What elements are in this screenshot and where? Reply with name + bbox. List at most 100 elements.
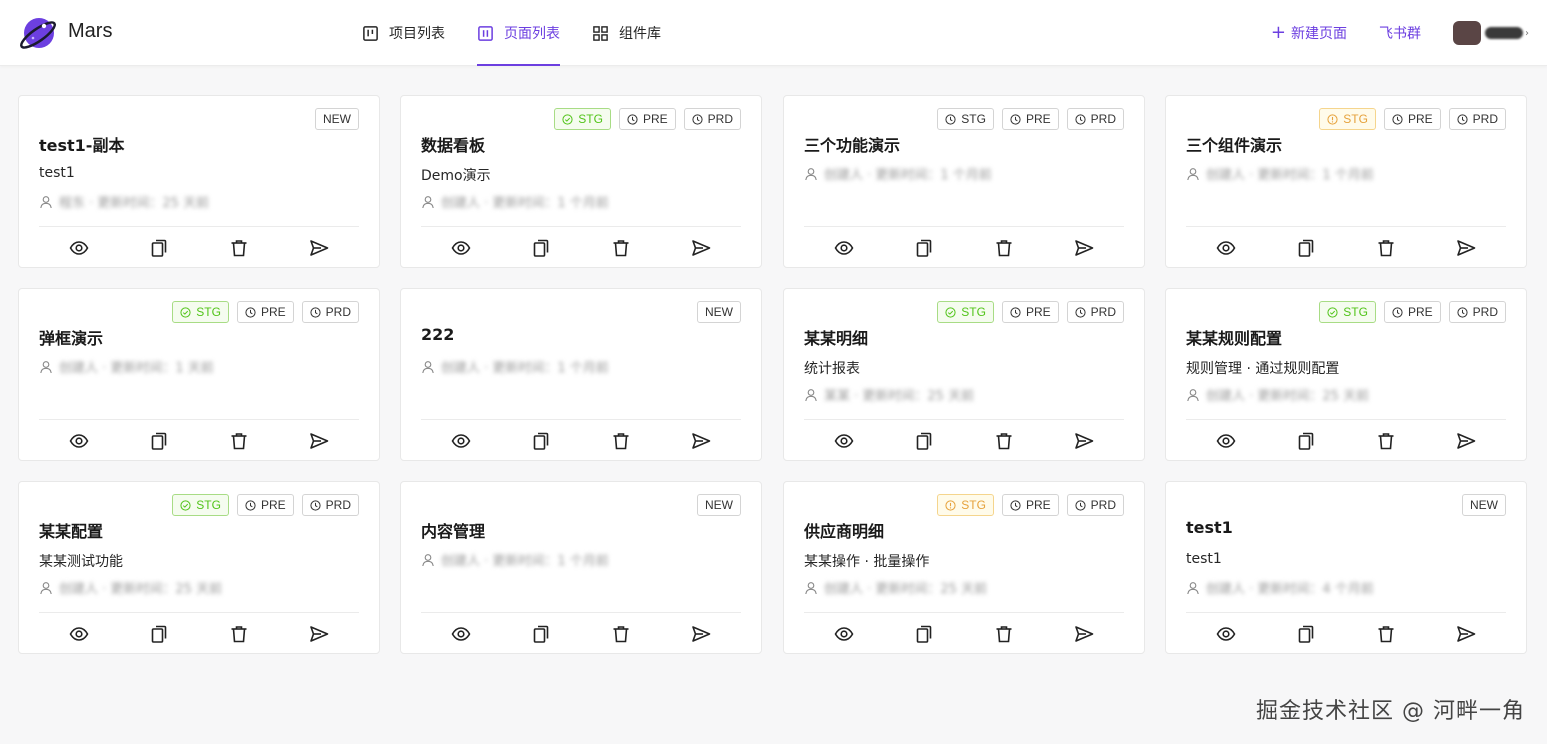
nav-page-list[interactable]: 页面列表	[477, 0, 560, 66]
publish-send-icon[interactable]	[691, 431, 711, 451]
copy-icon[interactable]	[1296, 238, 1316, 258]
env-tag-pre[interactable]: PRE	[1383, 108, 1441, 130]
feishu-group-link[interactable]: 飞书群	[1379, 23, 1421, 43]
env-tag-prd[interactable]: PRD	[1066, 108, 1124, 130]
mars-logo-icon[interactable]	[18, 13, 58, 53]
env-tag-stg[interactable]: STG	[554, 108, 611, 130]
page-card[interactable]: NEW test1 test1 创建人 · 更新时间：4 个月前	[1165, 481, 1527, 654]
env-tag-prd[interactable]: PRD	[1448, 301, 1506, 323]
preview-eye-icon[interactable]	[69, 238, 89, 258]
delete-trash-icon[interactable]	[611, 624, 631, 644]
preview-eye-icon[interactable]	[1216, 624, 1236, 644]
new-page-button[interactable]: + 新建页面	[1271, 23, 1347, 43]
publish-send-icon[interactable]	[1074, 431, 1094, 451]
env-tag-pre[interactable]: PRE	[1383, 301, 1441, 323]
preview-eye-icon[interactable]	[834, 238, 854, 258]
copy-icon[interactable]	[1296, 431, 1316, 451]
delete-trash-icon[interactable]	[229, 431, 249, 451]
page-card[interactable]: NEW test1-副本 test1 程东 · 更新时间：25 天前	[18, 95, 380, 268]
page-card[interactable]: STG PRE PRD 某某明细 统计报表 某某 · 更新时间：25 天前	[783, 288, 1145, 461]
preview-eye-icon[interactable]	[69, 431, 89, 451]
preview-eye-icon[interactable]	[451, 431, 471, 451]
page-card[interactable]: STG PRE PRD 弹框演示 创建人 · 更新时间：1 天前	[18, 288, 380, 461]
env-tag-prd[interactable]: PRD	[1066, 301, 1124, 323]
page-card[interactable]: STG PRE PRD 三个组件演示 创建人 · 更新时间：1 个月前	[1165, 95, 1527, 268]
copy-icon[interactable]	[149, 624, 169, 644]
delete-trash-icon[interactable]	[229, 238, 249, 258]
delete-trash-icon[interactable]	[994, 238, 1014, 258]
publish-send-icon[interactable]	[1456, 238, 1476, 258]
publish-send-icon[interactable]	[309, 431, 329, 451]
preview-eye-icon[interactable]	[834, 624, 854, 644]
publish-send-icon[interactable]	[1074, 624, 1094, 644]
card-meta: 创建人 · 更新时间：25 天前	[1186, 385, 1369, 404]
preview-eye-icon[interactable]	[834, 431, 854, 451]
delete-trash-icon[interactable]	[994, 431, 1014, 451]
user-menu[interactable]: ›	[1453, 21, 1529, 45]
copy-icon[interactable]	[149, 238, 169, 258]
delete-trash-icon[interactable]	[611, 431, 631, 451]
clock-icon	[310, 499, 321, 511]
copy-icon[interactable]	[914, 431, 934, 451]
env-tag-prd[interactable]: PRD	[301, 301, 359, 323]
copy-icon[interactable]	[1296, 624, 1316, 644]
env-tag-pre[interactable]: PRE	[1001, 108, 1059, 130]
copy-icon[interactable]	[531, 238, 551, 258]
nav-project-list[interactable]: 项目列表	[362, 0, 445, 66]
env-tag-stg[interactable]: STG	[172, 494, 229, 516]
publish-send-icon[interactable]	[309, 238, 329, 258]
delete-trash-icon[interactable]	[229, 624, 249, 644]
env-tag-pre[interactable]: PRE	[236, 301, 294, 323]
env-tag-prd[interactable]: PRD	[301, 494, 359, 516]
page-card[interactable]: STG PRE PRD 三个功能演示 创建人 · 更新时间：1 个月前	[783, 95, 1145, 268]
env-tag-prd[interactable]: PRD	[1448, 108, 1506, 130]
env-tag-prd[interactable]: PRD	[1066, 494, 1124, 516]
delete-trash-icon[interactable]	[1376, 238, 1396, 258]
publish-send-icon[interactable]	[309, 624, 329, 644]
brand-name[interactable]: Mars	[68, 20, 112, 43]
delete-trash-icon[interactable]	[611, 238, 631, 258]
env-tag-new[interactable]: NEW	[697, 301, 741, 323]
page-card[interactable]: NEW 内容管理 创建人 · 更新时间：1 个月前	[400, 481, 762, 654]
env-tag-stg[interactable]: STG	[172, 301, 229, 323]
preview-eye-icon[interactable]	[69, 624, 89, 644]
copy-icon[interactable]	[531, 624, 551, 644]
env-tag-label: PRD	[1090, 305, 1116, 319]
publish-send-icon[interactable]	[691, 238, 711, 258]
env-tag-pre[interactable]: PRE	[618, 108, 676, 130]
env-tag-stg[interactable]: STG	[1319, 108, 1376, 130]
env-tag-stg[interactable]: STG	[1319, 301, 1376, 323]
delete-trash-icon[interactable]	[994, 624, 1014, 644]
copy-icon[interactable]	[914, 624, 934, 644]
preview-eye-icon[interactable]	[451, 624, 471, 644]
publish-send-icon[interactable]	[1456, 624, 1476, 644]
copy-icon[interactable]	[149, 431, 169, 451]
page-card[interactable]: STG PRE PRD 某某配置 某某测试功能 创建人 · 更新时间：25 天前	[18, 481, 380, 654]
nav-component-library[interactable]: 组件库	[592, 0, 661, 66]
env-tag-prd[interactable]: PRD	[683, 108, 741, 130]
publish-send-icon[interactable]	[691, 624, 711, 644]
env-tag-stg[interactable]: STG	[937, 108, 994, 130]
page-card[interactable]: NEW 222 创建人 · 更新时间：1 个月前	[400, 288, 762, 461]
env-tag-pre[interactable]: PRE	[1001, 301, 1059, 323]
delete-trash-icon[interactable]	[1376, 431, 1396, 451]
env-tag-new[interactable]: NEW	[697, 494, 741, 516]
preview-eye-icon[interactable]	[1216, 431, 1236, 451]
page-card[interactable]: STG PRE PRD 数据看板 Demo演示 创建人 · 更新时间：1 个月前	[400, 95, 762, 268]
env-tag-new[interactable]: NEW	[315, 108, 359, 130]
env-tag-stg[interactable]: STG	[937, 494, 994, 516]
env-tag-new[interactable]: NEW	[1462, 494, 1506, 516]
page-card[interactable]: STG PRE PRD 供应商明细 某某操作 · 批量操作 创建人 · 更新时间：25 天…	[783, 481, 1145, 654]
publish-send-icon[interactable]	[1456, 431, 1476, 451]
delete-trash-icon[interactable]	[1376, 624, 1396, 644]
top-header: Mars 项目列表 页面列表 组件库 + 新建页面 飞书群 ›	[0, 0, 1547, 66]
env-tag-pre[interactable]: PRE	[236, 494, 294, 516]
publish-send-icon[interactable]	[1074, 238, 1094, 258]
copy-icon[interactable]	[914, 238, 934, 258]
preview-eye-icon[interactable]	[451, 238, 471, 258]
env-tag-stg[interactable]: STG	[937, 301, 994, 323]
copy-icon[interactable]	[531, 431, 551, 451]
preview-eye-icon[interactable]	[1216, 238, 1236, 258]
env-tag-pre[interactable]: PRE	[1001, 494, 1059, 516]
page-card[interactable]: STG PRE PRD 某某规则配置 规则管理 · 通过规则配置 创建人 · 更新时间：2…	[1165, 288, 1527, 461]
